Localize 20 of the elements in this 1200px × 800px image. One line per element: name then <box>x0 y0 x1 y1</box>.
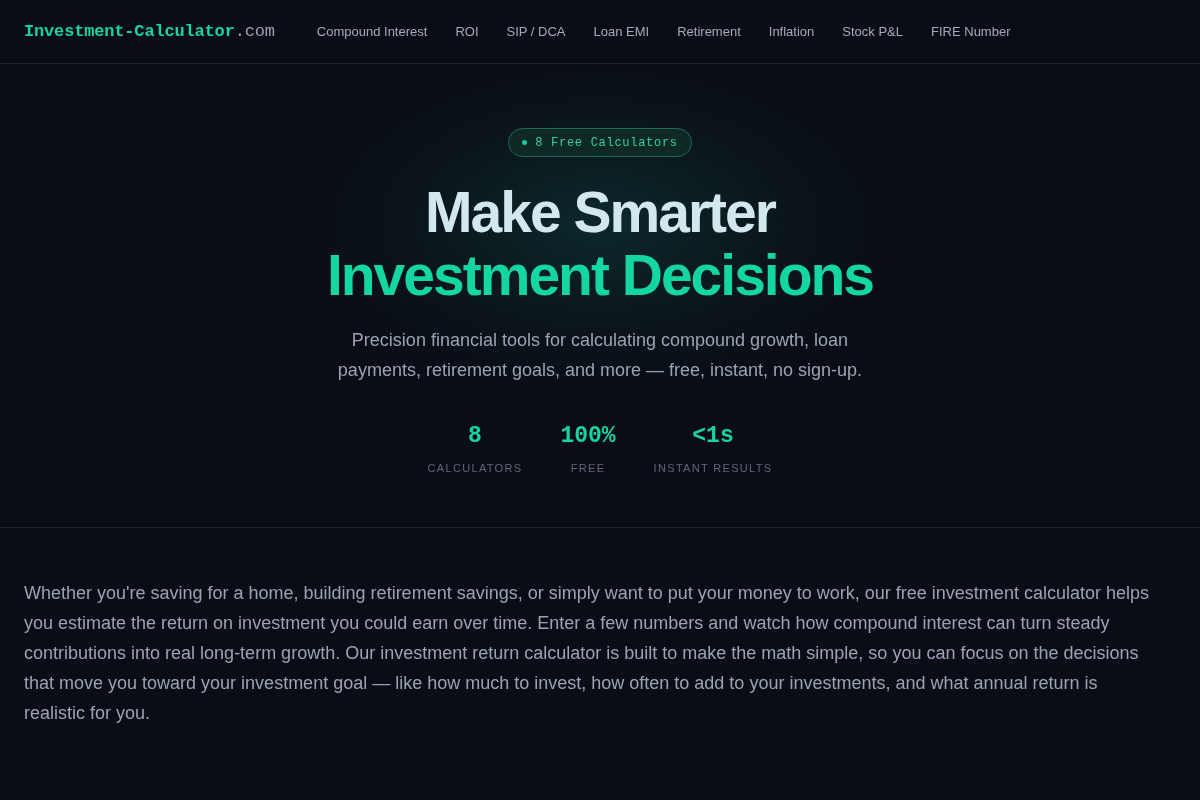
stat-label: CALCULATORS <box>427 461 523 476</box>
nav-link[interactable]: Compound Interest <box>316 21 428 42</box>
nav-link[interactable]: SIP / DCA <box>506 21 566 42</box>
stat-value: 8 <box>468 422 482 451</box>
stat-label: FREE <box>570 461 606 476</box>
intro-paragraph: Whether you're saving for a home, building retirement savings, or simply want to put your money to work, our free investment calculator helps you estimate the return on investment you could earn over time. Enter a few numbers and watch how compound interest can turn steady contributions into real long-term growth. Our investment return calculator is built to make the math simple, so you can focus on the decisions that move you toward your investment goal — like how much to invest, how often to add to your investments, and what annual return is realistic for you. <box>24 582 1150 725</box>
nav-link[interactable]: ROI <box>455 21 479 42</box>
nav-link[interactable]: Retirement <box>677 21 741 42</box>
nav-link[interactable]: Stock P&L <box>842 21 903 42</box>
hero-subtitle: Precision financial tools for calculating compound growth, loan payments, retirement goals, and more — free, instant, no sign-up. <box>336 329 864 382</box>
calculator-count-badge: 8 Free Calculators <box>508 128 692 157</box>
hero-title: Make Smarter <box>425 181 775 244</box>
stat-value: <1s <box>692 422 734 451</box>
site-logo[interactable]: Investment-Calculator.com <box>24 18 275 45</box>
nav-link[interactable]: Loan EMI <box>593 21 650 42</box>
nav-link[interactable]: FIRE Number <box>931 21 1011 42</box>
stat-label: INSTANT RESULTS <box>653 461 773 476</box>
hero-title-highlight: Investment Decisions <box>326 244 874 307</box>
stat-value: 100% <box>560 422 616 451</box>
nav-link[interactable]: Inflation <box>768 21 815 42</box>
